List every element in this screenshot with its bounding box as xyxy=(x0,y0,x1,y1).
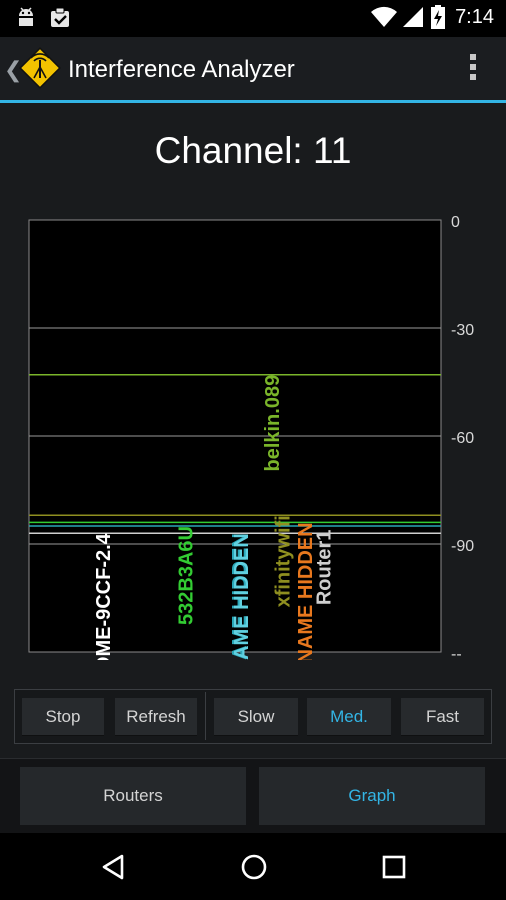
signal-graph: HOME-9CCF-2.4 532B3A6U NAME HIDDENNAME HID… xyxy=(28,214,474,660)
network-label: Router1 xyxy=(314,530,336,606)
status-time: 7:14 xyxy=(455,6,494,28)
tab-routers[interactable]: Routers xyxy=(20,767,246,825)
y-tick-label: -- xyxy=(451,646,462,660)
back-triangle-icon[interactable] xyxy=(100,853,126,881)
fast-button[interactable]: Fast xyxy=(401,698,484,736)
overflow-menu-icon[interactable] xyxy=(470,54,478,84)
app-logo-icon[interactable] xyxy=(19,47,61,89)
clipboard-check-icon xyxy=(51,7,69,27)
slow-button[interactable]: Slow xyxy=(214,698,298,736)
control-divider xyxy=(205,692,206,740)
home-circle-icon[interactable] xyxy=(239,852,269,882)
signal-icon xyxy=(403,7,423,27)
y-tick-label: -60 xyxy=(451,430,474,447)
nav-bar xyxy=(0,833,506,900)
y-tick-label: -30 xyxy=(451,322,474,339)
android-debug-icon xyxy=(18,7,34,26)
app-title: Interference Analyzer xyxy=(68,56,295,83)
med-button[interactable]: Med. xyxy=(307,698,391,736)
y-tick-label: 0 xyxy=(451,214,460,231)
network-label: NAME HIDDEN xyxy=(231,533,253,660)
y-tick-label: -90 xyxy=(451,538,474,555)
network-label: xfinitywifi xyxy=(272,515,294,607)
network-label: HOME-9CCF-2.4 xyxy=(93,532,115,660)
action-bar: ❮ Interference Analyzer xyxy=(0,37,506,100)
graph-y-ticks: 0 -30 -60 -90 -- xyxy=(451,214,474,660)
channel-title: Channel: 11 xyxy=(0,130,506,172)
network-label: 532B3A6U xyxy=(176,526,198,625)
battery-charging-icon xyxy=(431,5,445,29)
refresh-button[interactable]: Refresh xyxy=(115,698,197,736)
tab-graph[interactable]: Graph xyxy=(259,767,485,825)
network-label: belkin.089 xyxy=(262,375,284,472)
stop-button[interactable]: Stop xyxy=(22,698,104,736)
channel-label: Channel: xyxy=(154,130,303,171)
recents-square-icon[interactable] xyxy=(381,854,407,880)
wifi-icon xyxy=(371,6,397,27)
channel-value: 11 xyxy=(312,130,352,171)
status-bar: 7:14 xyxy=(0,0,506,37)
